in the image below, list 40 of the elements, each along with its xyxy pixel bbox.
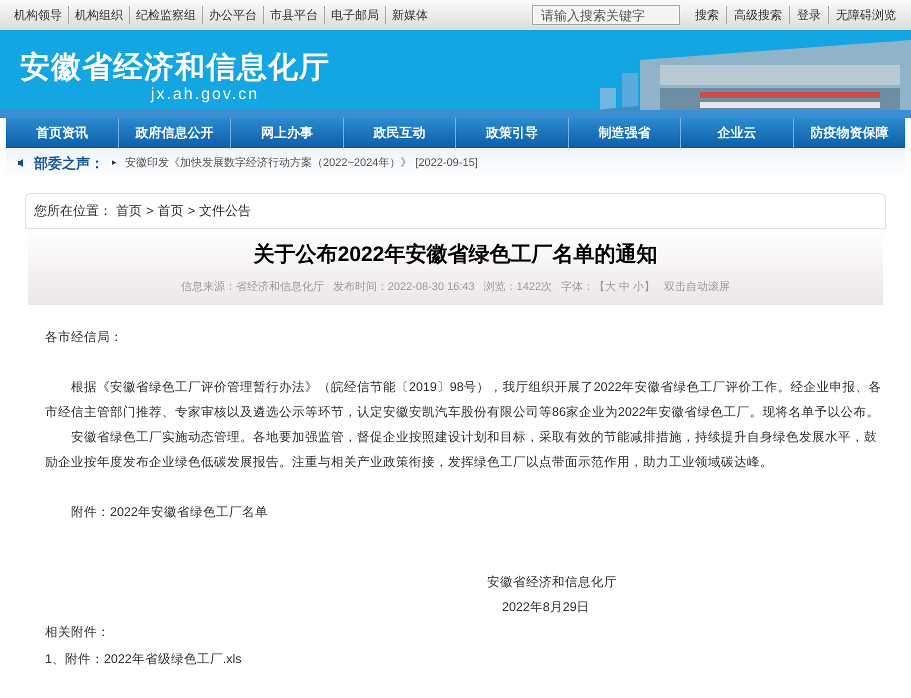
notice-link[interactable]: 安徽印发《加快发展数字经济行动方案（2022~2024年）》 [125,154,412,172]
top-link[interactable]: 登录 [789,6,828,24]
top-link[interactable]: 纪检监察组 [129,6,202,24]
attachment-note: 附件：2022年安徽省绿色工厂名单 [70,504,269,521]
top-link[interactable]: 机构领导 [8,6,68,24]
top-link[interactable]: 机构组织 [68,6,129,24]
top-link[interactable]: 搜索 [688,6,726,24]
breadcrumb-separator: > [188,202,196,220]
top-link[interactable]: 电子邮局 [324,6,385,24]
attachment-link[interactable]: 1、附件：2022年省级绿色工厂.xls [45,647,884,672]
signature: 安徽省经济和信息化厅 [486,574,618,591]
breadcrumb-link[interactable]: 文件公告 [199,201,252,221]
breadcrumb-link[interactable]: 首页 [116,201,142,221]
top-link[interactable]: 无障碍浏览 [828,6,903,24]
breadcrumb-separator: > [146,202,154,220]
greeting: 各市经信局： [45,329,124,346]
article-meta: 浏览：1422次 [484,280,552,294]
top-link[interactable]: 市县平台 [263,6,324,24]
paragraph: 根据《安徽省绿色工厂评价管理暂行办法》（皖经信节能〔2019〕98号），我厅组织开展了2022年安徽省绿色工厂评价工作。经企业申报、各市经信主管部门推荐、专家审核以及遴选公示等环节，认定安徽安凯汽车股份有限公司等86家企业为2022年安徽省绿色工厂。现将名单予以公布。 [45,379,883,421]
article-meta: 字体：【大 中 小】 [561,280,656,294]
paragraph: 安徽省绿色工厂实施动态管理。各地要加强监管，督促企业按照建设计划和目标，采取有效的节能减排措施，持续提升自身绿色发展水平，鼓励企业按年度发布企业绿色低碳发展报告。注重与相关产业政策衔接，发挥绿色工厂以点带面示范作用，助力工业领域碳达峰。 [45,429,878,471]
search-field[interactable]: 请输入搜索关键字 [532,5,680,25]
article-meta: 信息来源：省经济和信息化厅 [180,280,324,294]
speaker-icon [18,159,26,167]
top-link[interactable]: 高级搜索 [726,6,789,24]
site-domain: jx.ah.gov.cn [150,86,260,104]
article-title: 关于公布2022年安徽省绿色工厂名单的通知 [254,242,658,268]
breadcrumb-link[interactable]: 首页 [158,201,184,221]
site-title: 安徽省经济和信息化厅 [20,50,330,86]
notice-label: 部委之声： [34,154,104,172]
article-meta: 双击自动滚屏 [664,280,730,294]
signature-date: 2022年8月29日 [501,599,591,616]
notice-date: [2022-09-15] [415,156,478,171]
breadcrumb-label: 您所在位置： [34,202,112,220]
top-link[interactable]: 新媒体 [385,6,434,24]
related-label: 相关附件： [45,624,111,641]
article-meta: 发布时间：2022-08-30 16:43 [332,280,475,294]
nav-tab[interactable]: 首页资讯 [6,118,118,148]
bullet-icon: ▸ [112,156,117,170]
top-link[interactable]: 办公平台 [202,6,263,24]
